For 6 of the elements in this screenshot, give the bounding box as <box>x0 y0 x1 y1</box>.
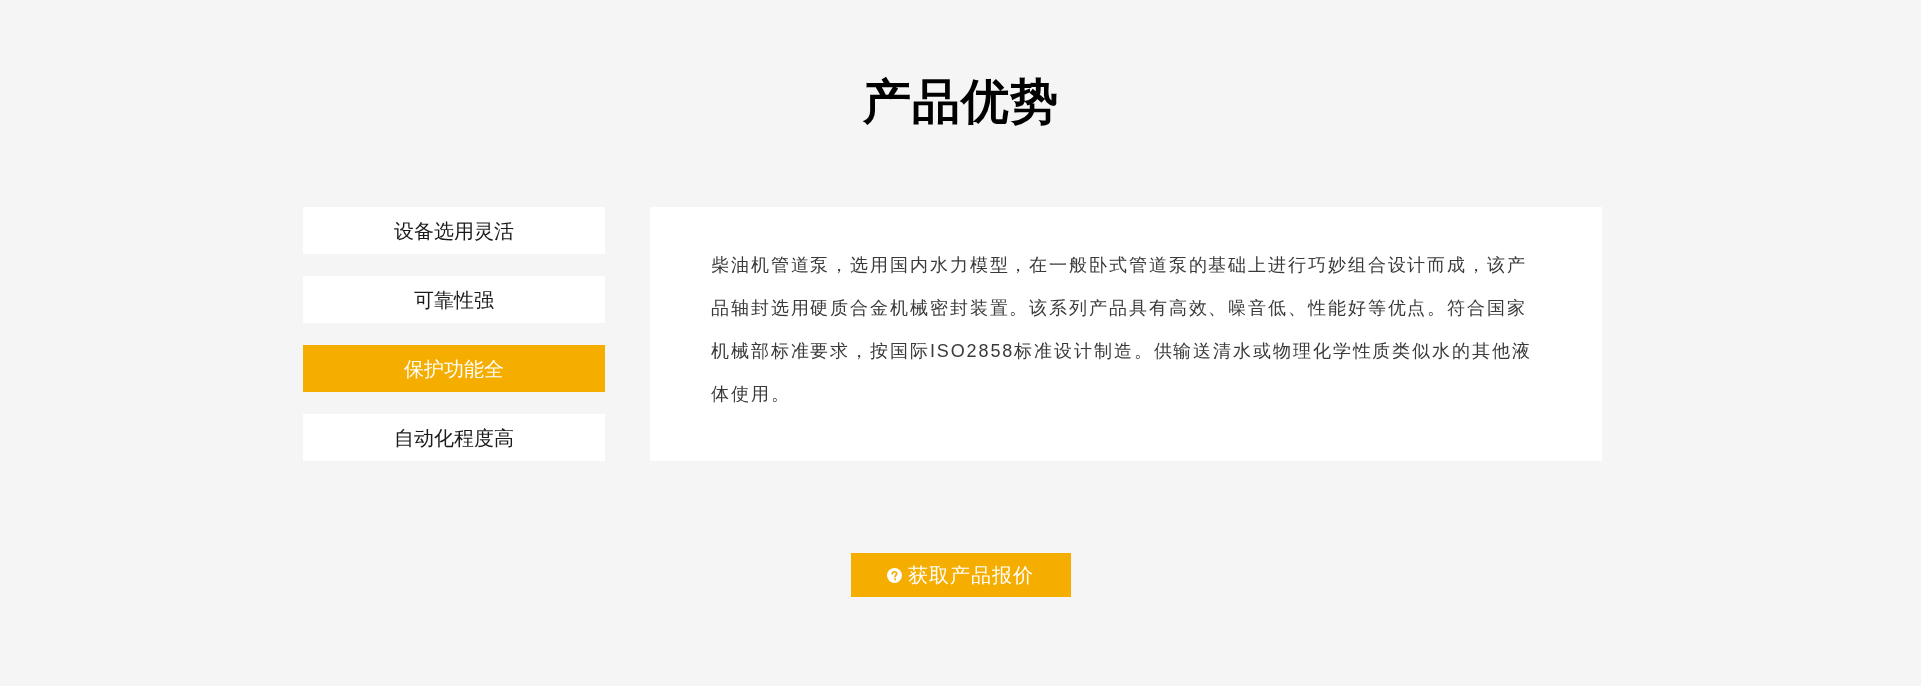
description-text: 柴油机管道泵，选用国内水力模型，在一般卧式管道泵的基础上进行巧妙组合设计而成，该产品轴封选用硬质合金机械密封装置。该系列产品具有高效、噪音低、性能好等优点。符合国家机械部标准要求，按国际ISO2858标准设计制造。供输送清水或物理化学性质类似水的其他液体使用。 <box>711 254 1533 406</box>
section-title: 产品优势 <box>862 78 1059 126</box>
feature-tab[interactable]: 自动化程度高 <box>303 414 605 461</box>
feature-tab[interactable]: 可靠性强 <box>303 276 605 323</box>
help-icon <box>887 567 902 583</box>
feature-tab[interactable]: 设备选用灵活 <box>303 207 605 254</box>
